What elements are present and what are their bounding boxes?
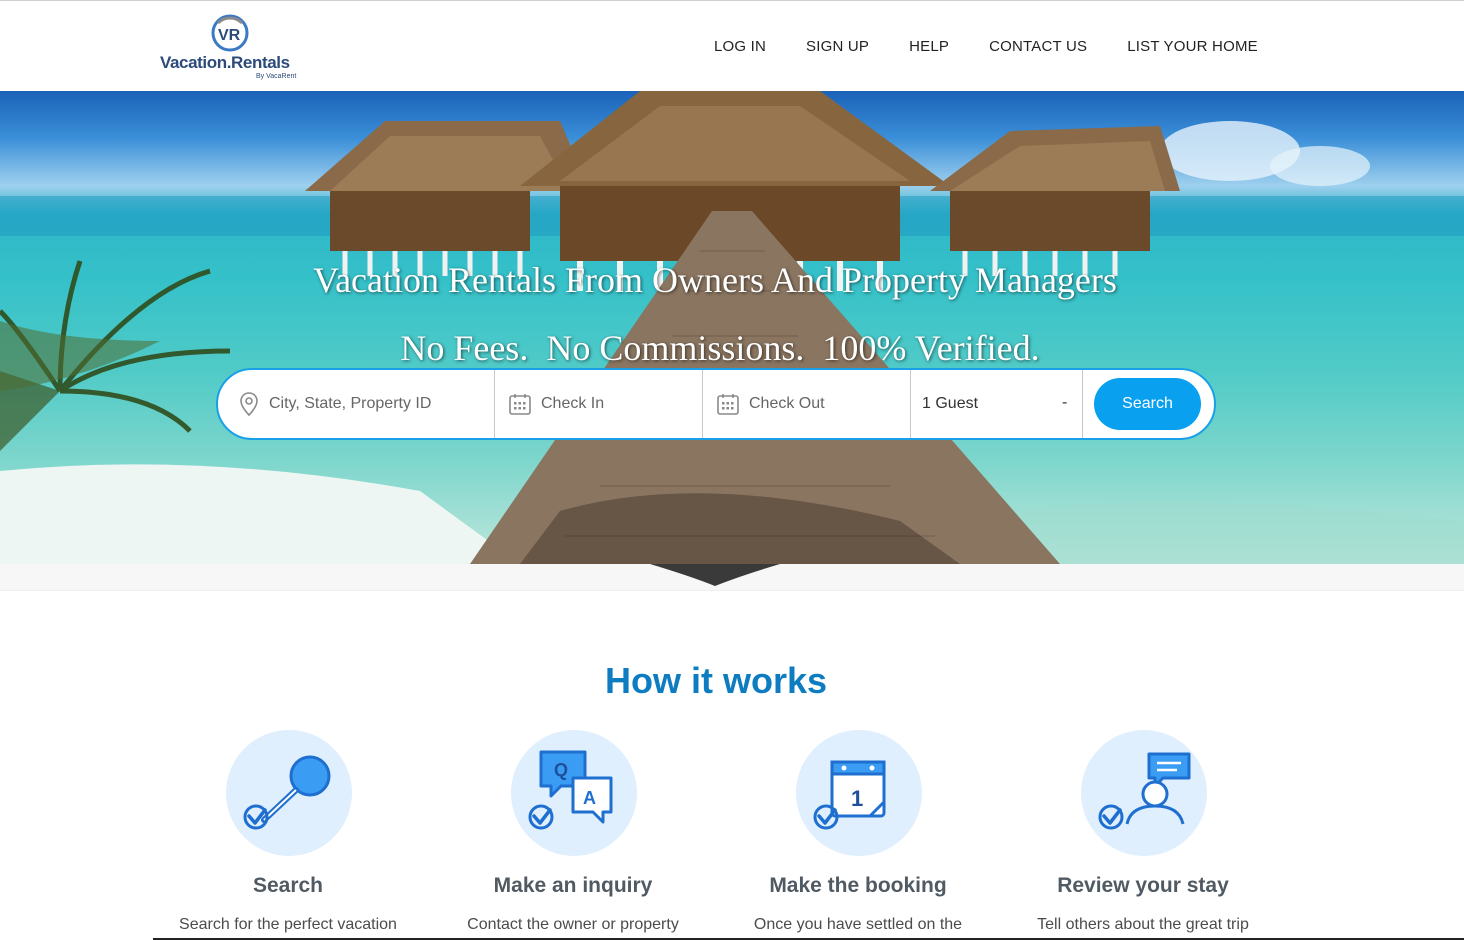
hero-title: Vacation Rentals From Owners And Propert… — [313, 260, 1117, 300]
main-nav: LOG IN SIGN UP HELP CONTACT US LIST YOUR… — [714, 38, 1298, 55]
location-field[interactable]: City, State, Property ID — [238, 370, 494, 438]
svg-text:A: A — [583, 788, 596, 808]
step-title: Make an inquiry — [493, 874, 653, 897]
step-title: Search — [252, 874, 324, 897]
step-title: Make the booking — [769, 874, 947, 897]
brand-tagline: By VacaRent — [256, 73, 297, 80]
search-divider — [702, 370, 703, 438]
checkin-field[interactable]: Check In — [508, 370, 702, 438]
step-description: Search for the perfect vacation — [179, 916, 397, 933]
nav-login[interactable]: LOG IN — [714, 38, 766, 55]
step-icon-circle — [226, 730, 352, 856]
checkin-placeholder: Check In — [541, 395, 605, 412]
svg-text:Q: Q — [554, 760, 568, 780]
step-description: Once you have settled on the — [753, 916, 963, 933]
how-it-works-title: How it works — [604, 660, 828, 701]
hero-bottom-band — [0, 564, 1464, 591]
step-description: Contact the owner or property — [467, 916, 679, 933]
nav-contact-us[interactable]: CONTACT US — [989, 38, 1087, 55]
monogram-text: VR — [218, 27, 241, 44]
search-divider — [494, 370, 495, 438]
step-icon-circle: 1 — [796, 730, 922, 856]
qa-bubbles-icon: Q A — [528, 750, 613, 830]
guests-dropdown-indicator[interactable]: - — [1062, 394, 1067, 412]
checkout-field[interactable]: Check Out — [716, 370, 910, 438]
site-logo[interactable]: VR Vacation.Rentals By VacaRent — [158, 11, 308, 83]
step-icon-circle — [1081, 730, 1207, 856]
hero-notch — [650, 564, 780, 586]
step-icon-circle: Q A — [511, 730, 637, 856]
calendar-icon — [717, 394, 739, 415]
calendar-icon — [509, 394, 531, 415]
search-divider — [910, 370, 911, 438]
guests-select[interactable]: 1 Guest — [922, 370, 1082, 438]
nav-signup[interactable]: SIGN UP — [806, 38, 869, 55]
nav-list-your-home[interactable]: LIST YOUR HOME — [1127, 38, 1258, 55]
brand-name: Vacation.Rentals — [160, 53, 290, 72]
magnifier-check-icon — [243, 755, 331, 830]
vr-monogram-icon: VR — [211, 14, 249, 52]
step-title: Review your stay — [1057, 874, 1229, 897]
calendar-check-icon: 1 — [813, 760, 886, 830]
svg-text:1: 1 — [851, 786, 863, 811]
user-review-icon — [1098, 752, 1191, 830]
checkout-placeholder: Check Out — [749, 395, 825, 412]
search-bar: City, State, Property ID Check In Check … — [216, 368, 1216, 440]
hero-banner: Vacation Rentals From Owners And Propert… — [0, 91, 1464, 564]
search-divider — [1082, 370, 1083, 438]
location-placeholder: City, State, Property ID — [269, 395, 432, 412]
search-button[interactable]: Search — [1094, 378, 1201, 430]
guests-value: 1 Guest — [922, 395, 979, 412]
site-header: VR Vacation.Rentals By VacaRent LOG IN S… — [0, 0, 1464, 91]
nav-help[interactable]: HELP — [909, 38, 949, 55]
hero-subtitle: No Fees. No Commissions. 100% Verified. — [400, 328, 1040, 368]
step-description: Tell others about the great trip — [1037, 916, 1249, 933]
map-pin-icon — [240, 392, 258, 417]
